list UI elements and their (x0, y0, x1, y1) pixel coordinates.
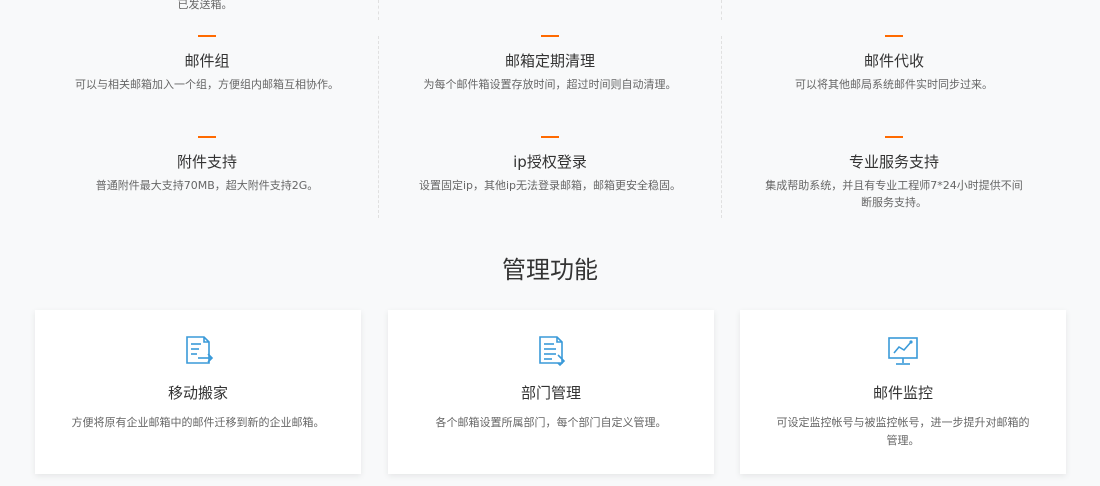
column-divider (378, 0, 379, 20)
feature-desc: 普通附件最大支持70MB，超大附件支持2G。 (95, 179, 319, 192)
accent-line (885, 136, 903, 138)
feature-title: ip授权登录 (513, 153, 587, 171)
accent-line (541, 35, 559, 37)
previous-section-tail: 已发送箱。 (0, 0, 1100, 11)
card-desc: 各个邮箱设置所属部门，每个部门自定义管理。 (435, 416, 667, 429)
card-department-management[interactable]: 部门管理 各个邮箱设置所属部门，每个部门自定义管理。 (388, 310, 714, 474)
section-title-management: 管理功能 (502, 256, 598, 284)
card-mail-monitoring[interactable]: 邮件监控 可设定监控帐号与被监控帐号，进一步提升对邮箱的管理。 (740, 310, 1066, 474)
feature-desc: 为每个邮件箱设置存放时间，超过时间则自动清理。 (423, 78, 677, 91)
previous-feature-desc-tail: 已发送箱。 (177, 0, 233, 11)
feature-desc: 可以与相关邮箱加入一个组，方便组内邮箱互相协作。 (75, 78, 339, 91)
accent-line (541, 136, 559, 138)
document-transfer-icon (186, 336, 214, 364)
monitor-chart-icon (888, 337, 918, 365)
card-title: 邮件监控 (872, 384, 933, 402)
card-title: 移动搬家 (167, 384, 228, 402)
feature-mailbox-cleanup: 邮箱定期清理 为每个邮件箱设置存放时间，超过时间则自动清理。 (378, 35, 722, 93)
feature-title: 专业服务支持 (848, 153, 939, 171)
feature-title: 邮件代收 (863, 52, 924, 70)
feature-mail-collection: 邮件代收 可以将其他邮局系统邮件实时同步过来。 (722, 35, 1066, 93)
accent-line (198, 136, 216, 138)
features-grid: 邮件组 可以与相关邮箱加入一个组，方便组内邮箱互相协作。 邮箱定期清理 为每个邮… (35, 0, 1066, 218)
document-list-icon (539, 336, 566, 367)
card-title: 部门管理 (520, 384, 581, 402)
accent-line (885, 35, 903, 37)
feature-professional-service: 专业服务支持 集成帮助系统，并且有专业工程师7*24小时提供不间断服务支持。 (722, 136, 1066, 211)
column-divider (721, 0, 722, 20)
feature-attachment-support: 附件支持 普通附件最大支持70MB，超大附件支持2G。 (35, 136, 379, 194)
feature-desc: 设置固定ip，其他ip无法登录邮箱，邮箱更安全稳固。 (418, 179, 682, 192)
card-mail-migration[interactable]: 移动搬家 方便将原有企业邮箱中的邮件迁移到新的企业邮箱。 (35, 310, 361, 474)
accent-line (198, 35, 216, 37)
card-desc: 可设定监控帐号与被监控帐号，进一步提升对邮箱的管理。 (776, 416, 1030, 447)
card-desc: 方便将原有企业邮箱中的邮件迁移到新的企业邮箱。 (71, 416, 325, 429)
feature-title: 邮件组 (184, 52, 230, 70)
feature-desc: 可以将其他邮局系统邮件实时同步过来。 (795, 78, 993, 91)
feature-mail-group: 邮件组 可以与相关邮箱加入一个组，方便组内邮箱互相协作。 (35, 35, 379, 93)
feature-title: 附件支持 (176, 153, 237, 171)
management-cards: 移动搬家 方便将原有企业邮箱中的邮件迁移到新的企业邮箱。 部门管理 各个邮箱设置… (35, 310, 1066, 474)
feature-title: 邮箱定期清理 (504, 52, 595, 70)
feature-ip-login: ip授权登录 设置固定ip，其他ip无法登录邮箱，邮箱更安全稳固。 (378, 136, 722, 194)
feature-desc: 集成帮助系统，并且有专业工程师7*24小时提供不间断服务支持。 (765, 179, 1023, 209)
